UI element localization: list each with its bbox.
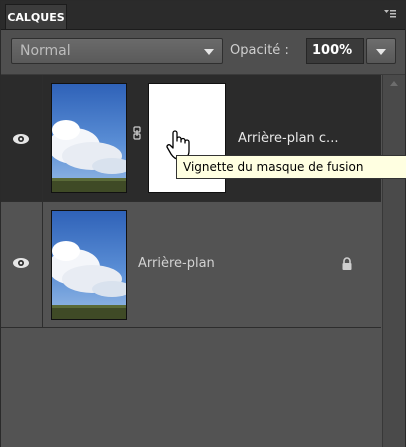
chevron-down-icon	[204, 49, 214, 55]
visibility-toggle[interactable]	[1, 202, 43, 327]
opacity-input[interactable]: 100%	[306, 38, 364, 64]
sky-image	[52, 211, 126, 319]
layer-thumbnail[interactable]	[51, 210, 127, 320]
layer-name[interactable]: Arrière-plan	[138, 256, 215, 271]
blend-mode-value: Normal	[20, 43, 71, 59]
layers-toolbar: Normal Opacité : 100%	[1, 30, 405, 75]
opacity-label: Opacité :	[230, 43, 289, 58]
tooltip: Vignette du masque de fusion	[176, 155, 406, 179]
lock-icon	[342, 257, 352, 270]
sky-image	[52, 84, 126, 192]
layer-thumbnail[interactable]	[51, 83, 127, 193]
layers-list: Arrière-plan c... Arrière-plan	[1, 75, 405, 447]
eye-icon	[13, 258, 29, 268]
scroll-up-icon[interactable]	[390, 81, 398, 86]
panel-header: CALQUES	[1, 1, 405, 30]
opacity-slider-button[interactable]	[366, 38, 396, 64]
blend-mode-select[interactable]: Normal	[11, 38, 223, 64]
visibility-toggle[interactable]	[1, 75, 43, 201]
panel-menu-icon[interactable]	[383, 7, 397, 21]
layer-name[interactable]: Arrière-plan c...	[238, 131, 338, 146]
eye-icon	[13, 134, 29, 144]
layers-panel: CALQUES Normal Opacité : 100% Arrière-pl…	[0, 0, 406, 447]
layers-scrollbar[interactable]	[382, 75, 405, 447]
chevron-down-icon	[376, 49, 386, 55]
chain-link-icon[interactable]	[133, 126, 141, 140]
layer-row[interactable]: Arrière-plan	[1, 202, 381, 328]
tab-layers[interactable]: CALQUES	[5, 4, 67, 29]
